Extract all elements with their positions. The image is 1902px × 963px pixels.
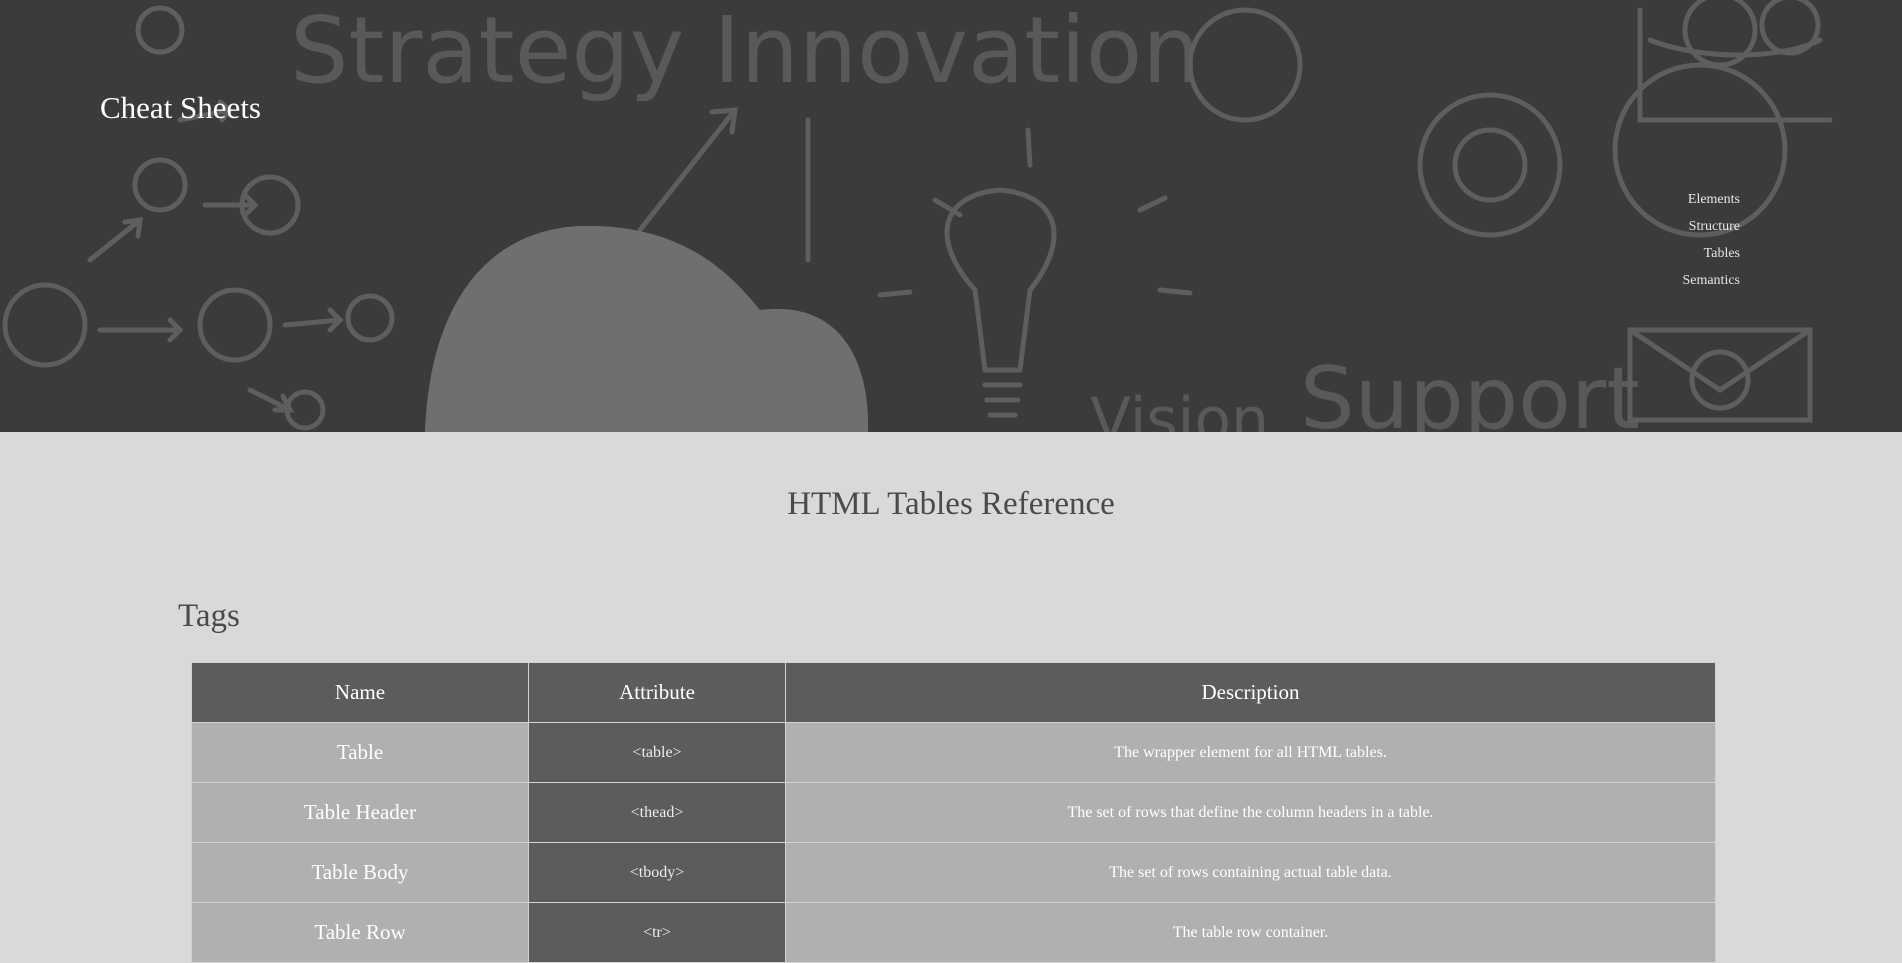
nav-item-structure[interactable]: Structure — [1682, 213, 1740, 240]
page-title: HTML Tables Reference — [787, 486, 1115, 522]
table-row: Table Row <tr> The table row container. — [191, 902, 1716, 963]
main-nav: Elements Structure Tables Semantics — [1682, 186, 1740, 294]
table-row: Table Body <tbody> The set of rows conta… — [191, 842, 1716, 903]
chalk-text-support: Support — [1300, 349, 1640, 432]
cell-attribute: <table> — [528, 722, 786, 783]
chalkboard-background: Strategy Innovation Support Vision — [2, 0, 1833, 432]
column-header-description: Description — [785, 662, 1716, 723]
site-title[interactable]: Cheat Sheets — [100, 90, 261, 126]
dome-shape — [425, 225, 869, 432]
table-row: Table <table> The wrapper element for al… — [191, 722, 1716, 783]
cell-name: Table Header — [191, 782, 529, 843]
chalk-text-strategy: Strategy Innovation — [290, 0, 1201, 104]
cell-name: Table — [191, 722, 529, 783]
cell-description: The set of rows that define the column h… — [785, 782, 1716, 843]
cell-attribute: <tr> — [528, 902, 786, 963]
nav-item-tables[interactable]: Tables — [1682, 240, 1740, 267]
cell-description: The set of rows containing actual table … — [785, 842, 1716, 903]
cell-description: The wrapper element for all HTML tables. — [785, 722, 1716, 783]
table-row: Table Header <thead> The set of rows tha… — [191, 782, 1716, 843]
chalk-text-vision: Vision — [1090, 385, 1269, 432]
cell-description: The table row container. — [785, 902, 1716, 963]
nav-item-elements[interactable]: Elements — [1682, 186, 1740, 213]
nav-item-semantics[interactable]: Semantics — [1682, 267, 1740, 294]
cell-name: Table Body — [191, 842, 529, 903]
tags-table: Name Attribute Description Table <table>… — [191, 662, 1716, 963]
cell-attribute: <thead> — [528, 782, 786, 843]
section-title-tags: Tags — [178, 598, 240, 634]
column-header-name: Name — [191, 662, 529, 723]
hero-banner: Strategy Innovation Support Vision Cheat… — [0, 0, 1902, 432]
column-header-attribute: Attribute — [528, 662, 786, 723]
table-header-row: Name Attribute Description — [191, 662, 1716, 723]
cell-attribute: <tbody> — [528, 842, 786, 903]
cell-name: Table Row — [191, 902, 529, 963]
